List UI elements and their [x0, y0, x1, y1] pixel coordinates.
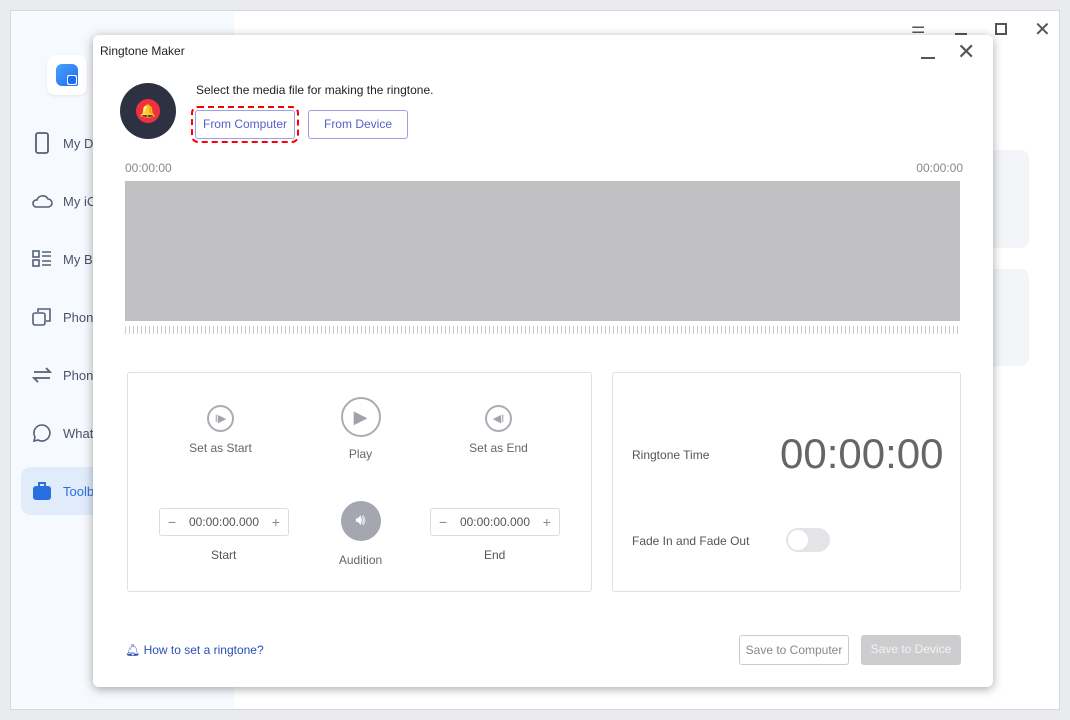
start-label: Start [211, 548, 237, 562]
end-time-stepper[interactable]: −00:00:00.000 + [430, 508, 560, 536]
ringtone-time-value: 00:00:00 [780, 430, 944, 477]
bell-outline-icon: 🔔︎ [125, 643, 141, 657]
start-time-stepper[interactable]: −00:00:00.000 + [159, 508, 289, 536]
list-icon [32, 250, 51, 267]
speaker-icon: 🔊︎ [340, 501, 381, 541]
help-text[interactable]: How to set a ringtone? [144, 643, 264, 657]
play-label: Play [348, 447, 373, 461]
increment-button[interactable]: + [272, 514, 280, 530]
fade-toggle[interactable] [786, 528, 830, 552]
settings-panel [612, 372, 961, 592]
close-button[interactable]: ✕ [1034, 17, 1051, 42]
prompt-text: Select the media file for making the rin… [196, 83, 434, 97]
set-start-label: Set as Start [189, 441, 252, 455]
dialog-title: Ringtone Maker [100, 44, 185, 58]
app-logo [47, 55, 87, 95]
ringtone-time-label: Ringtone Time [632, 448, 710, 462]
transfer-icon [31, 367, 53, 383]
set-end-label: Set as End [469, 441, 528, 455]
dialog-close-button[interactable]: ✕ [957, 39, 975, 65]
timeline-start: 00:00:00 [125, 161, 172, 175]
save-to-computer-button[interactable]: Save to Computer [739, 635, 849, 665]
end-label: End [484, 548, 506, 562]
ringtone-maker-dialog: Ringtone Maker ✕ 🔔 Select the media file… [93, 35, 993, 687]
set-as-start-button[interactable]: I▶ Set as Start [168, 405, 273, 455]
cloud-icon [32, 195, 53, 208]
decrement-button[interactable]: − [168, 514, 176, 530]
chat-icon [32, 424, 51, 443]
fade-label: Fade In and Fade Out [632, 534, 750, 548]
set-start-icon: I▶ [207, 405, 234, 432]
save-to-device-button[interactable]: Save to Device [861, 635, 961, 665]
copy-icon [32, 308, 51, 326]
audition-button[interactable]: 🔊︎ Audition [323, 501, 398, 567]
play-button[interactable]: ▶ Play [323, 397, 398, 461]
dialog-minimize-button[interactable] [921, 45, 935, 59]
timeline-end: 00:00:00 [916, 161, 963, 175]
bell-icon: 🔔 [136, 99, 160, 123]
set-as-end-button[interactable]: ◀I Set as End [446, 405, 551, 455]
audition-label: Audition [338, 553, 383, 567]
set-end-icon: ◀I [485, 405, 512, 432]
ringtone-disc-icon: 🔔 [120, 83, 176, 139]
maximize-button[interactable] [995, 23, 1007, 35]
play-icon: ▶ [340, 397, 381, 437]
help-link[interactable]: 🔔︎ How to set a ringtone? [125, 643, 264, 657]
start-time-value[interactable]: 00:00:00.000 [189, 515, 259, 529]
end-time-value[interactable]: 00:00:00.000 [460, 515, 530, 529]
decrement-button[interactable]: − [439, 514, 447, 530]
controls-panel: I▶ Set as Start ▶ Play ◀I Set as End −00… [127, 372, 592, 592]
increment-button[interactable]: + [543, 514, 551, 530]
from-computer-button[interactable]: From Computer [191, 106, 299, 143]
waveform-area[interactable] [125, 181, 960, 321]
phone-icon [35, 132, 49, 154]
from-device-button[interactable]: From Device [308, 110, 408, 139]
timeline-ruler [125, 326, 960, 334]
toolbox-icon [33, 482, 51, 500]
